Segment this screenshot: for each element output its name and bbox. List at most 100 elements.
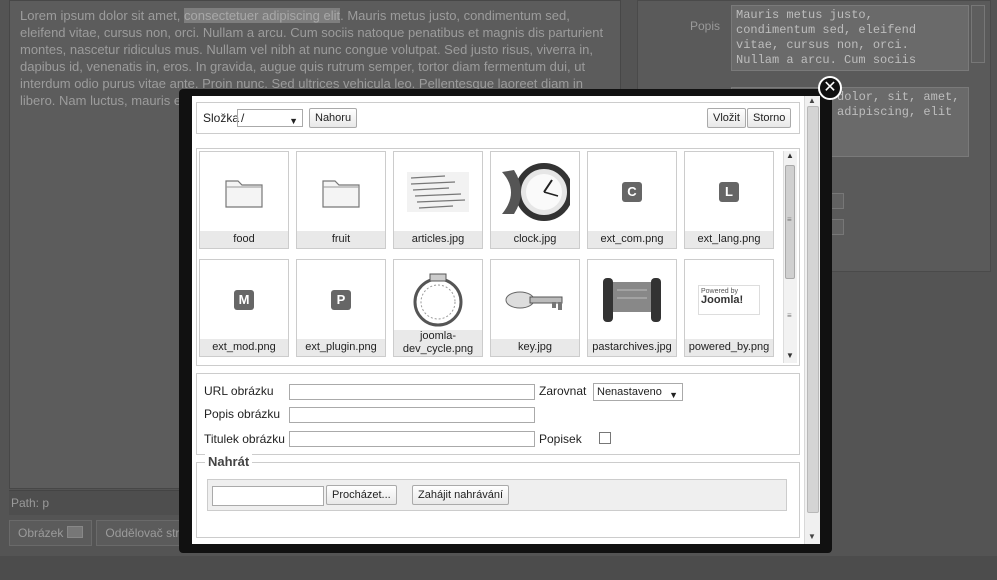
description-input[interactable]	[289, 407, 535, 423]
extension-icon: C	[622, 182, 642, 202]
folder-toolbar: Složka / ▼ Nahoru Vložit Storno	[196, 102, 800, 134]
tile-caption-line: joomla-	[419, 330, 457, 342]
image-button: Obrázek	[9, 520, 93, 546]
upload-fieldset: Nahrát Procházet... Zahájit nahrávání	[196, 454, 800, 538]
start-upload-button[interactable]: Zahájit nahrávání	[412, 485, 509, 505]
articles-thumbnail-icon	[407, 172, 469, 212]
file-path-input[interactable]	[212, 486, 324, 506]
image-tile[interactable]: pastarchives.jpg	[587, 259, 677, 357]
thumbnail: M	[200, 260, 288, 340]
joomla-logo: Powered by Joomla!	[698, 285, 760, 315]
chevron-down-icon: ▼	[289, 116, 298, 126]
thumbnail	[588, 260, 676, 340]
tile-caption: joomla-dev_cycle.png	[394, 330, 482, 356]
tile-caption: fruit	[297, 231, 385, 248]
thumbnail: L	[685, 152, 773, 232]
image-tile[interactable]: Mext_mod.png	[199, 259, 289, 357]
grip-icon-2: ≡	[787, 311, 792, 320]
thumbnail: Powered by Joomla!	[685, 260, 773, 340]
key-thumbnail-icon	[505, 291, 563, 310]
image-icon	[67, 526, 84, 538]
thumbnail	[200, 152, 288, 232]
align-label: Zarovnat	[539, 384, 587, 398]
title-label: Titulek obrázku	[204, 432, 285, 446]
description-label: Popis obrázku	[204, 407, 281, 421]
thumbnail: P	[297, 260, 385, 340]
upload-legend: Nahrát	[205, 454, 253, 469]
tile-caption: ext_com.png	[588, 231, 676, 248]
thumbnail	[491, 260, 579, 340]
thumbnail	[394, 260, 482, 340]
option-box-2	[830, 219, 844, 235]
dialog-scroll-thumb[interactable]	[807, 106, 819, 513]
browse-button[interactable]: Procházet...	[326, 485, 397, 505]
image-tile[interactable]: key.jpg	[490, 259, 580, 357]
up-button[interactable]: Nahoru	[309, 108, 358, 128]
thumbnail	[394, 152, 482, 232]
image-properties-form: URL obrázku Zarovnat Nenastaveno ▼ Popis…	[196, 373, 800, 455]
popis-scrollbar	[971, 5, 985, 63]
tile-caption: food	[200, 231, 288, 248]
url-label: URL obrázku	[204, 384, 274, 398]
upload-row: Procházet... Zahájit nahrávání	[207, 479, 787, 511]
scroll-down-arrow-icon[interactable]: ▼	[808, 532, 816, 541]
image-tile[interactable]: Lext_lang.png	[684, 151, 774, 249]
editor-text: Lorem ipsum dolor sit amet,	[20, 8, 185, 23]
caption-label: Popisek	[539, 432, 582, 446]
tile-caption: powered_by.png	[685, 339, 773, 356]
joomla-text: Joomla!	[701, 294, 744, 306]
scroll-up-arrow-icon[interactable]: ▲	[786, 151, 794, 160]
folder-icon	[322, 180, 360, 208]
title-input[interactable]	[289, 431, 535, 447]
tile-caption: clock.jpg	[491, 231, 579, 248]
page-footer-strip	[0, 556, 997, 580]
image-tile[interactable]: Powered by Joomla! powered_by.png	[684, 259, 774, 357]
image-manager-dialog: Složka / ▼ Nahoru Vložit Storno food frui…	[192, 96, 820, 544]
image-tile[interactable]: Pext_plugin.png	[296, 259, 386, 357]
image-tile[interactable]: articles.jpg	[393, 151, 483, 249]
image-tile[interactable]: food	[199, 151, 289, 249]
url-input[interactable]	[289, 384, 535, 400]
align-select-value: Nenastaveno	[597, 386, 662, 398]
insert-button[interactable]: Vložit	[707, 108, 746, 128]
image-tile[interactable]: clock.jpg	[490, 151, 580, 249]
editor-selection: consectetuer adipiscing elit	[184, 8, 341, 23]
popis-textarea: Mauris metus justo, condimentum sed, ele…	[731, 5, 969, 71]
align-select[interactable]: Nenastaveno ▼	[593, 383, 683, 401]
close-icon[interactable]: ✕	[818, 76, 842, 100]
caption-checkbox[interactable]	[599, 432, 611, 444]
dialog-scrollbar[interactable]: ▲ ▼	[804, 96, 820, 544]
image-tile[interactable]: fruit	[296, 151, 386, 249]
tile-caption: pastarchives.jpg	[588, 339, 676, 356]
scroll-up-arrow-icon[interactable]: ▲	[808, 96, 816, 105]
folder-icon	[225, 180, 263, 208]
extension-icon: L	[719, 182, 739, 202]
extension-icon: P	[331, 290, 351, 310]
grid-scrollbar[interactable]: ▲ ≡ ≡ ▼	[783, 151, 797, 363]
thumbnail	[297, 152, 385, 232]
tile-caption: ext_lang.png	[685, 231, 773, 248]
tile-caption: articles.jpg	[394, 231, 482, 248]
scroll-down-arrow-icon[interactable]: ▼	[786, 351, 794, 360]
image-tile[interactable]: joomla-dev_cycle.png	[393, 259, 483, 357]
folder-label: Složka	[203, 111, 240, 125]
clock-thumbnail-icon	[502, 163, 570, 221]
option-box-1	[830, 193, 844, 209]
tile-caption: key.jpg	[491, 339, 579, 356]
dev-cycle-thumbnail-icon	[413, 273, 463, 327]
image-tile[interactable]: Cext_com.png	[587, 151, 677, 249]
tile-caption-line: dev_cycle.png	[402, 343, 474, 355]
image-grid: food fruit articles.jpg clock.jpg Cext_com.p…	[196, 148, 800, 366]
grip-icon: ≡	[787, 215, 792, 224]
image-button-label: Obrázek	[18, 526, 64, 540]
archive-scroll-thumbnail-icon	[603, 278, 661, 322]
popis-label: Popis	[690, 19, 721, 33]
extension-icon: M	[234, 290, 254, 310]
cancel-button[interactable]: Storno	[747, 108, 792, 128]
folder-select[interactable]: / ▼	[237, 109, 303, 127]
folder-select-value: /	[241, 111, 245, 125]
thumbnail: C	[588, 152, 676, 232]
tile-caption: ext_plugin.png	[297, 339, 385, 356]
chevron-down-icon: ▼	[669, 390, 678, 400]
tile-caption: ext_mod.png	[200, 339, 288, 356]
